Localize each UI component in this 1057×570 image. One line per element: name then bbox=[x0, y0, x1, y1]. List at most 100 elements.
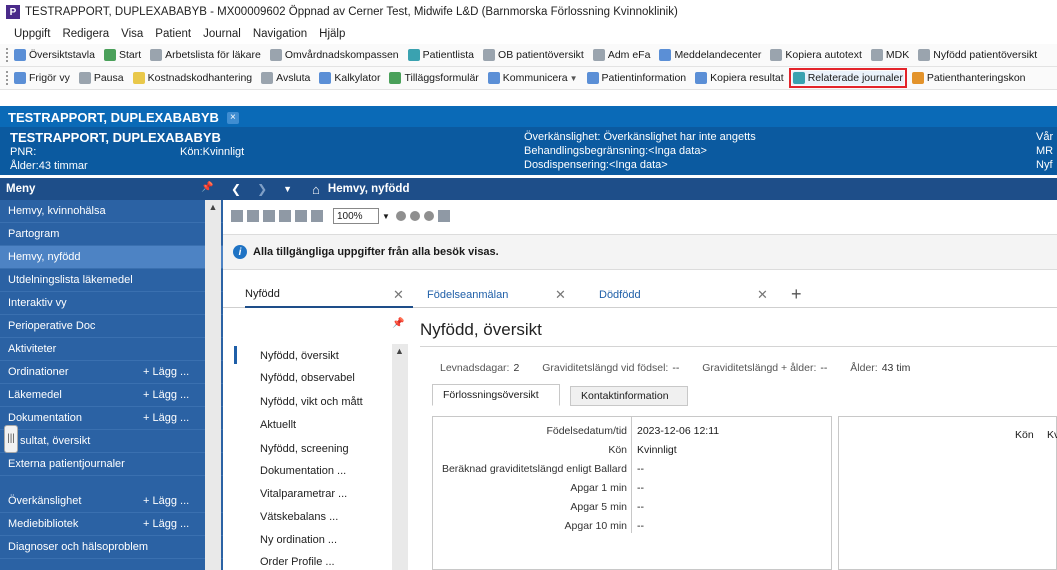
add-dokumentation-button[interactable]: + Lägg ... bbox=[143, 412, 189, 424]
toolbar-omvardnadskompassen[interactable]: Omvårdnadskompassen bbox=[269, 48, 400, 62]
info-icon: i bbox=[233, 245, 247, 259]
add-overkanslighet-button[interactable]: + Lägg ... bbox=[143, 495, 189, 507]
close-icon[interactable]: ✕ bbox=[555, 287, 566, 303]
add-ordination-button[interactable]: + Lägg ... bbox=[143, 366, 189, 378]
toolbar-patientlista[interactable]: Patientlista bbox=[407, 48, 475, 62]
menu-patient[interactable]: Patient bbox=[155, 28, 191, 40]
calculator-icon bbox=[319, 72, 332, 84]
collapse-handle-icon[interactable]: ||| bbox=[4, 425, 18, 453]
add-lakemedel-button[interactable]: + Lägg ... bbox=[143, 389, 189, 401]
nav-item-utdelningslista[interactable]: Utdelningslista läkemedel bbox=[0, 269, 223, 292]
toolbar-grip[interactable] bbox=[6, 48, 9, 62]
toolbar-patienthantering[interactable]: Patienthanteringskon bbox=[911, 71, 1027, 85]
close-icon[interactable]: × bbox=[226, 111, 239, 124]
toolbar-mdk[interactable]: MDK bbox=[870, 48, 910, 62]
tab-kontaktinformation[interactable]: Kontaktinformation bbox=[570, 386, 688, 406]
subnav-item-nyfodd-screening[interactable]: Nyfödd, screening bbox=[260, 443, 349, 455]
nav-item-externa-journaler[interactable]: Externa patientjournaler bbox=[0, 453, 223, 476]
nav-item-diagnoser[interactable]: Diagnoser och hälsoproblem bbox=[0, 536, 223, 559]
toolbar-pausa[interactable]: Pausa bbox=[78, 71, 125, 85]
forward-icon[interactable]: ❯ bbox=[257, 182, 267, 196]
toolbar-arbetslista[interactable]: Arbetslista för läkare bbox=[149, 48, 262, 62]
close-icon[interactable]: ✕ bbox=[393, 287, 404, 303]
toolbar-grip[interactable] bbox=[6, 71, 9, 85]
subnav-item-ny-ordination[interactable]: Ny ordination ... bbox=[260, 534, 337, 546]
zoom-out-icon[interactable] bbox=[295, 210, 307, 222]
menu-visa[interactable]: Visa bbox=[121, 28, 143, 40]
left-menu-scrollbar[interactable]: ▲ bbox=[205, 200, 221, 570]
subnav-item-nyfodd-observabel[interactable]: Nyfödd, observabel bbox=[260, 372, 355, 384]
nav-item-ordinationer[interactable]: Ordinationer + Lägg ... bbox=[0, 361, 223, 384]
pin-icon[interactable]: 📌 bbox=[201, 182, 213, 193]
toolbar-kommunicera[interactable]: Kommunicera ▼ bbox=[487, 71, 579, 85]
subnav-item-order-profile[interactable]: Order Profile ... bbox=[260, 556, 335, 568]
nav-item-hemvy-nyfodd[interactable]: Hemvy, nyfödd bbox=[0, 246, 223, 269]
content-title: Hemvy, nyfödd bbox=[327, 183, 410, 195]
subnav-item-dokumentation[interactable]: Dokumentation ... bbox=[260, 465, 346, 477]
chevron-up-icon[interactable]: ▲ bbox=[395, 346, 404, 356]
zoom-in-icon[interactable] bbox=[311, 210, 323, 222]
tab-dodfodd[interactable]: Dödfödd ✕ bbox=[599, 282, 768, 308]
tab-fodelseanmalan[interactable]: Födelseanmälan ✕ bbox=[427, 282, 587, 308]
home-icon[interactable] bbox=[437, 210, 450, 222]
nav-item-lakemedel[interactable]: Läkemedel + Lägg ... bbox=[0, 384, 223, 407]
add-mediebibliotek-button[interactable]: + Lägg ... bbox=[143, 518, 189, 530]
toolbar-kopiera-resultat[interactable]: Kopiera resultat bbox=[694, 71, 785, 85]
toolbar-start[interactable]: Start bbox=[103, 48, 142, 62]
subnav-item-aktuellt[interactable]: Aktuellt bbox=[260, 419, 296, 431]
menu-uppgift[interactable]: Uppgift bbox=[14, 28, 50, 40]
nav-item-dokumentation[interactable]: Dokumentation + Lägg ... bbox=[0, 407, 223, 430]
subnav-item-vatskebalans[interactable]: Vätskebalans ... bbox=[260, 511, 338, 523]
subnav-item-vitalparametrar[interactable]: Vitalparametrar ... bbox=[260, 488, 347, 500]
dropdown-arrow-icon[interactable]: ▼ bbox=[283, 184, 292, 194]
close-icon[interactable]: ✕ bbox=[757, 287, 768, 303]
toolbar-avsluta[interactable]: Avsluta bbox=[260, 71, 311, 85]
menu-journal[interactable]: Journal bbox=[203, 28, 241, 40]
zoom-select[interactable]: 100% bbox=[333, 208, 379, 224]
subnav-item-nyfodd-vikt[interactable]: Nyfödd, vikt och mått bbox=[260, 396, 363, 408]
tab-forlossningsoversikt[interactable]: Förlossningsöversikt bbox=[432, 384, 560, 406]
print-all-icon[interactable] bbox=[279, 210, 291, 222]
status-dot-icon[interactable] bbox=[423, 211, 434, 221]
scroll-up-icon[interactable]: ▲ bbox=[207, 202, 219, 214]
nav-item-interaktiv-vy[interactable]: Interaktiv vy bbox=[0, 292, 223, 315]
toolbar-frigor-vy[interactable]: Frigör vy bbox=[13, 71, 71, 85]
menu-redigera[interactable]: Redigera bbox=[62, 28, 109, 40]
toolbar-tillaggsformular[interactable]: Tilläggsformulär bbox=[388, 71, 479, 85]
patient-handling-icon bbox=[911, 72, 924, 84]
toolbar-kostnadskodhantering[interactable]: Kostnadskodhantering bbox=[132, 71, 254, 85]
toolbar-patientinformation[interactable]: Patientinformation bbox=[586, 71, 688, 85]
patient-tab[interactable]: TESTRAPPORT, DUPLEXABABYB × bbox=[0, 106, 247, 127]
chevron-down-icon[interactable]: ▼ bbox=[382, 212, 390, 221]
menu-hjalp[interactable]: Hjälp bbox=[319, 28, 345, 40]
nav-item-hemvy-kvinnohalsa[interactable]: Hemvy, kvinnohälsa bbox=[0, 200, 223, 223]
pin-icon[interactable]: 📌 bbox=[392, 318, 404, 329]
toolbar-meddelandecenter[interactable]: Meddelandecenter bbox=[658, 48, 762, 62]
toolbar-kopiera-autotext[interactable]: Kopiera autotext bbox=[769, 48, 862, 62]
add-tab-icon[interactable]: + bbox=[791, 284, 802, 305]
nav-item-mediebibliotek[interactable]: Mediebibliotek + Lägg ... bbox=[0, 513, 223, 536]
toolbar-oversiktstavla[interactable]: Översiktstavla bbox=[13, 48, 96, 62]
back-icon[interactable]: ❮ bbox=[231, 182, 241, 196]
toolbar-nyfodd-patientoversikt[interactable]: Nyfödd patientöversikt bbox=[917, 48, 1038, 62]
nav-item-perioperative-doc[interactable]: Perioperative Doc bbox=[0, 315, 223, 338]
print-icon[interactable] bbox=[247, 210, 259, 222]
toolbar-ob-patientoversikt[interactable]: OB patientöversikt bbox=[482, 48, 585, 62]
status-dot-icon[interactable] bbox=[409, 211, 420, 221]
toolbar-relaterade-journaler[interactable]: Relaterade journaler bbox=[788, 68, 907, 88]
nav-item-overkanslighet[interactable]: Överkänslighet + Lägg ... bbox=[0, 490, 223, 513]
subnav-item-nyfodd-oversikt[interactable]: Nyfödd, översikt bbox=[260, 350, 339, 362]
toolbar-adm-efa[interactable]: Adm eFa bbox=[592, 48, 652, 62]
nav-item-partogram[interactable]: Partogram bbox=[0, 223, 223, 246]
home-icon[interactable]: ⌂ bbox=[312, 182, 320, 197]
menu-navigation[interactable]: Navigation bbox=[253, 28, 307, 40]
print-preview-icon[interactable] bbox=[263, 210, 275, 222]
nav-item-resultat-oversikt[interactable]: sultat, översikt bbox=[0, 430, 223, 453]
toolbar-kalkylator[interactable]: Kalkylator bbox=[318, 71, 381, 85]
stat-levnadsdagar: 2 bbox=[513, 362, 520, 374]
nav-item-aktiviteter[interactable]: Aktiviteter bbox=[0, 338, 223, 361]
binoculars-icon[interactable] bbox=[231, 210, 243, 222]
tab-nyfodd[interactable]: Nyfödd ✕ bbox=[245, 282, 413, 308]
status-dot-icon[interactable] bbox=[395, 211, 406, 221]
subnav-scrollbar[interactable]: ▲ bbox=[392, 344, 408, 570]
